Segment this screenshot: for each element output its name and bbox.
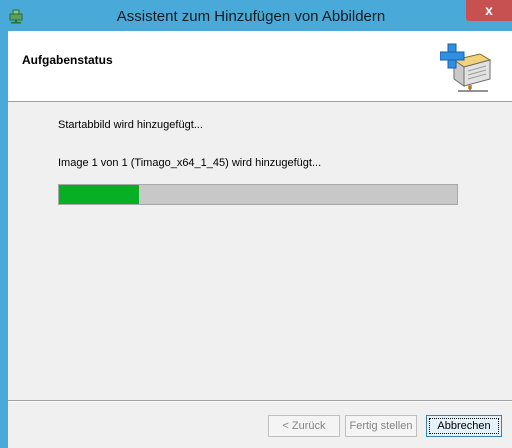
focus-rectangle [429,418,499,434]
footer-divider [8,400,512,402]
page-title: Aufgabenstatus [22,53,113,67]
title-bar[interactable]: Assistent zum Hinzufügen von Abbildern x [0,0,512,31]
finish-button[interactable]: Fertig stellen [345,415,417,437]
add-image-icon [440,43,492,92]
wizard-header: Aufgabenstatus [8,31,512,102]
progress-bar [58,184,458,205]
back-button[interactable]: < Zurück [268,415,340,437]
cancel-button[interactable]: Abbrechen [426,415,502,437]
window-title: Assistent zum Hinzufügen von Abbildern [116,8,386,25]
status-line-image: Image 1 von 1 (Timago_x64_1_45) wird hin… [58,157,322,169]
status-line-start: Startabbild wird hinzugefügt... [58,119,203,131]
wizard-window: Assistent zum Hinzufügen von Abbildern x… [0,0,512,448]
close-button[interactable]: x [466,0,512,21]
wizard-client-area: Aufgabenstatus Startabbild wird hinzugef… [8,31,512,448]
close-icon: x [485,2,493,18]
app-icon [9,9,23,24]
progress-fill [59,185,139,204]
